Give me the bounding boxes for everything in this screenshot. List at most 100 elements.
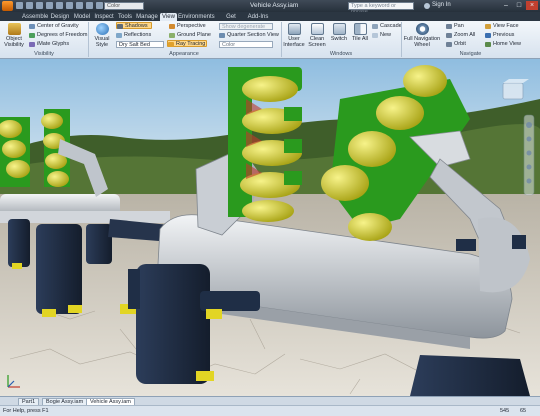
view-face-button[interactable]: View Face — [485, 23, 519, 30]
tab-assemble[interactable]: Assemble — [22, 13, 48, 21]
return-icon[interactable] — [66, 2, 73, 9]
show-degenerate-dropdown[interactable]: Show degenerate — [219, 23, 273, 30]
status-bar: For Help, press F1 545 65 — [0, 405, 540, 416]
degrees-of-freedom-button[interactable]: Degrees of Freedom — [29, 32, 87, 39]
user-icon — [424, 3, 430, 9]
save-icon[interactable] — [36, 2, 43, 9]
perspective-button[interactable]: Perspective — [169, 23, 206, 30]
minimize-icon[interactable]: – — [500, 1, 512, 10]
tile-all-icon — [353, 23, 367, 35]
pan-button[interactable]: Pan — [446, 23, 464, 30]
help-search-input[interactable]: Type a keyword or phrase — [348, 2, 414, 15]
object-visibility-icon — [7, 23, 21, 35]
clean-screen-label: Clean Screen — [308, 36, 326, 48]
user-interface-button[interactable]: User Interface — [283, 23, 305, 48]
maximize-icon[interactable]: □ — [513, 1, 525, 10]
pan-label: Pan — [454, 23, 464, 29]
switch-icon — [332, 23, 346, 35]
new-window-button[interactable]: New — [372, 32, 391, 39]
perspective-icon — [169, 24, 175, 29]
visibility-panel-label: Visibility — [34, 51, 54, 57]
tab-model[interactable]: Model — [72, 13, 92, 21]
degrees-of-freedom-icon — [29, 33, 35, 38]
tab-inspect[interactable]: Inspect — [93, 13, 115, 21]
redo-icon[interactable] — [56, 2, 63, 9]
tab-environments[interactable]: Environments — [178, 13, 215, 21]
tile-all-label: Tile All — [352, 36, 368, 42]
cascade-icon — [372, 24, 378, 29]
ground-plane-button[interactable]: Ground Plane — [169, 32, 211, 39]
center-of-gravity-button[interactable]: Center of Gravity — [29, 23, 79, 30]
quarter-section-view-label: Quarter Section View — [227, 32, 279, 38]
update-icon[interactable] — [86, 2, 93, 9]
reflections-icon — [116, 33, 122, 38]
close-icon[interactable]: × — [526, 1, 538, 10]
view-face-label: View Face — [493, 23, 519, 29]
tab-view[interactable]: View — [160, 13, 177, 21]
previous-view-label: Previous — [493, 32, 515, 38]
tab-tools[interactable]: Tools — [116, 13, 134, 21]
doc-tab-part1[interactable]: Part1 — [18, 398, 40, 405]
quarter-section-view-button[interactable]: Quarter Section View — [219, 32, 279, 39]
windows-panel-label: Windows — [329, 51, 353, 57]
color-override-dropdown[interactable]: Color — [104, 2, 144, 10]
tab-get-started[interactable]: Get Started — [216, 13, 246, 28]
properties-icon[interactable] — [96, 2, 103, 9]
pan-icon — [446, 24, 452, 29]
sign-in-link[interactable]: Sign In — [432, 2, 451, 8]
reflections-label: Reflections — [124, 32, 152, 38]
new-icon[interactable] — [16, 2, 23, 9]
scene-style-dropdown[interactable]: Dry Salt Bed — [116, 41, 164, 48]
tile-all-button[interactable]: Tile All — [351, 23, 369, 42]
rendered-assembly-scene — [0, 59, 540, 396]
full-navigation-wheel-label: Full Navigation Wheel — [403, 36, 441, 48]
perspective-label: Perspective — [177, 23, 206, 29]
switch-label: Switch — [330, 36, 348, 42]
application-menu-icon[interactable] — [2, 1, 13, 11]
appearance-panel-label: Appearance — [169, 51, 199, 57]
open-icon[interactable] — [26, 2, 33, 9]
color-dropdown[interactable]: Color — [219, 41, 273, 48]
help-status-text: For Help, press F1 — [3, 408, 49, 414]
doc-tab-vehicle-assy[interactable]: Vehicle Assy.iam — [86, 398, 135, 405]
shadows-button[interactable]: Shadows — [116, 22, 152, 29]
tab-add-ins[interactable]: Add-Ins — [247, 13, 269, 21]
cascade-button[interactable]: Cascade — [372, 23, 402, 30]
home-view-button[interactable]: Home View — [485, 41, 521, 48]
window-controls: – □ × — [500, 1, 538, 10]
center-of-gravity-icon — [29, 24, 35, 29]
orbit-button[interactable]: Orbit — [446, 41, 466, 48]
zoom-all-button[interactable]: Zoom All — [446, 32, 475, 39]
ray-tracing-button[interactable]: Ray Tracing — [167, 40, 207, 47]
new-window-icon — [372, 33, 378, 38]
zoom-all-label: Zoom All — [454, 32, 476, 38]
user-interface-icon — [287, 23, 301, 35]
navigation-bar-icon[interactable] — [523, 114, 535, 196]
visual-style-button[interactable]: Visual Style — [90, 23, 114, 48]
graphics-viewport[interactable] — [0, 59, 540, 396]
tab-design[interactable]: Design — [49, 13, 71, 21]
clean-screen-button[interactable]: Clean Screen — [306, 23, 328, 48]
object-visibility-button[interactable]: Object Visibility — [3, 23, 25, 48]
previous-view-button[interactable]: Previous — [485, 32, 514, 39]
doc-tab-bogie-assy[interactable]: Bogie Assy.iam — [42, 398, 88, 405]
navigation-wheel-icon — [415, 23, 429, 35]
tab-manage[interactable]: Manage — [135, 13, 159, 21]
window-title: Vehicle Assy.iam — [250, 2, 299, 9]
visual-style-icon — [95, 23, 109, 35]
full-navigation-wheel-button[interactable]: Full Navigation Wheel — [403, 23, 441, 48]
reflections-button[interactable]: Reflections — [116, 32, 151, 39]
document-count: 65 — [520, 408, 527, 414]
imate-glyphs-button[interactable]: iMate Glyphs — [29, 41, 69, 48]
orbit-icon — [446, 42, 452, 47]
ground-plane-label: Ground Plane — [177, 32, 211, 38]
user-interface-label: User Interface — [283, 36, 305, 48]
section-view-icon — [219, 33, 225, 38]
cascade-label: Cascade — [380, 23, 402, 29]
undo-icon[interactable] — [46, 2, 53, 9]
degrees-of-freedom-label: Degrees of Freedom — [37, 32, 88, 38]
switch-button[interactable]: Switch — [329, 23, 349, 42]
select-icon[interactable] — [76, 2, 83, 9]
view-face-icon — [485, 24, 491, 29]
visual-style-label: Visual Style — [94, 36, 110, 48]
